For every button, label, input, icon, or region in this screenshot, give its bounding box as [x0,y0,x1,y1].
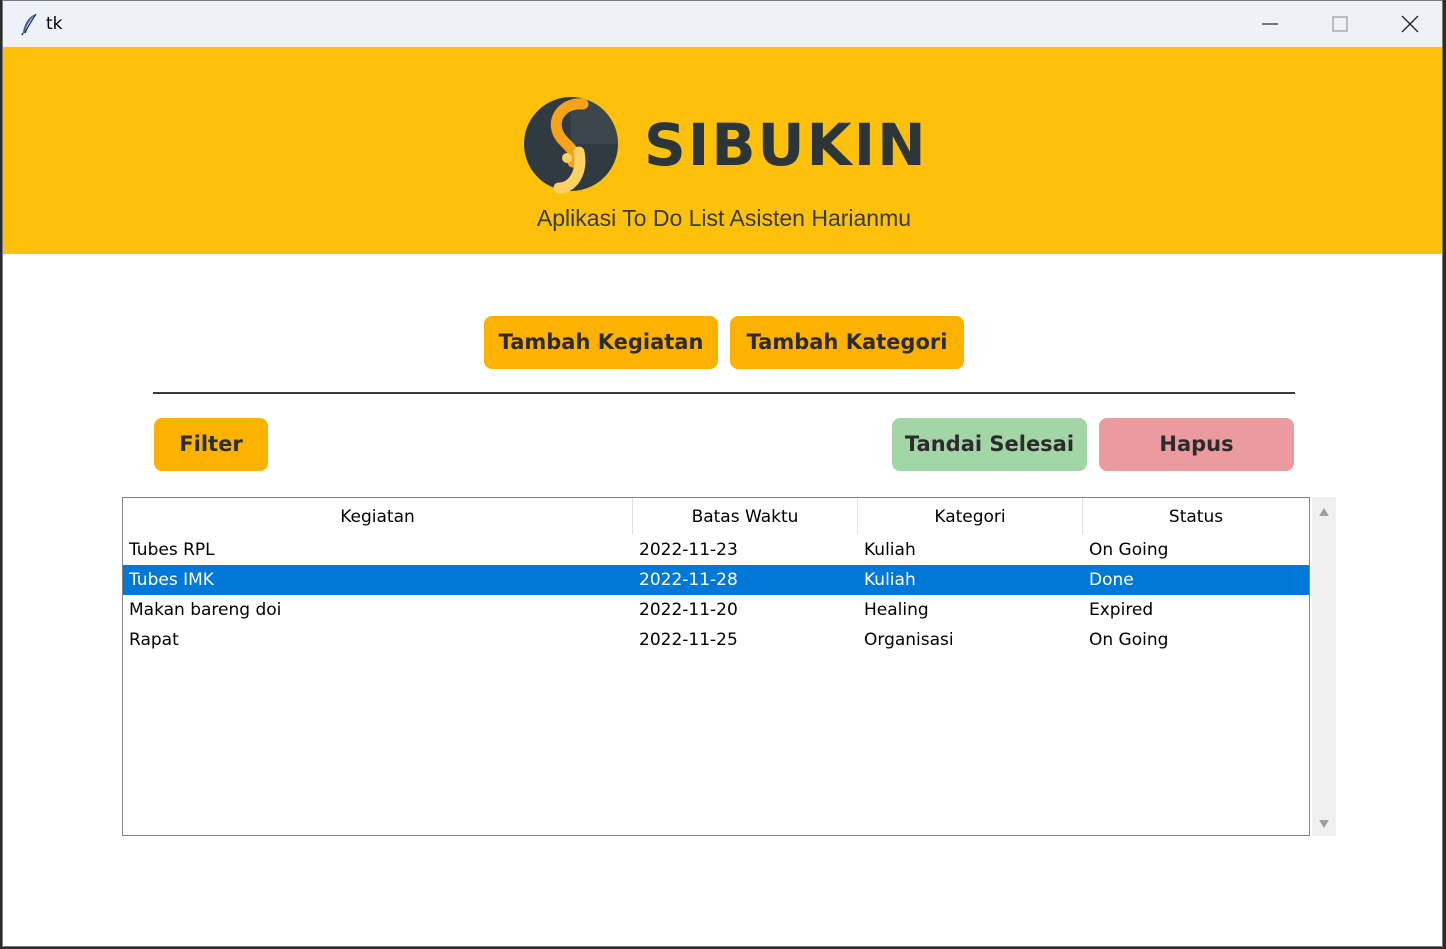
app-tagline: Aplikasi To Do List Asisten Harianmu [536,205,912,231]
close-icon [1401,15,1419,33]
minimize-button[interactable] [1235,1,1305,47]
cell-category: Kuliah [864,570,916,590]
cell-deadline: 2022-11-25 [639,630,738,650]
app-window: tk SIBUKIN Aplikasi To Do List Asisten H… [2,0,1443,947]
cell-category: Kuliah [864,540,916,560]
column-header-activity[interactable]: Kegiatan [123,498,633,534]
title-bar[interactable]: tk [3,1,1442,47]
triangle-down-icon[interactable] [1318,819,1330,829]
add-activity-button[interactable]: Tambah Kegiatan [484,316,718,369]
cell-activity: Tubes IMK [129,570,214,590]
divider [153,392,1295,394]
column-header-status[interactable]: Status [1083,498,1309,534]
delete-button[interactable]: Hapus [1099,418,1294,471]
cell-status: Done [1089,570,1134,590]
table-header: Kegiatan Batas Waktu Kategori Status [123,498,1309,534]
triangle-up-icon[interactable] [1318,507,1330,517]
feather-icon [21,13,37,36]
column-header-deadline[interactable]: Batas Waktu [633,498,858,534]
cell-category: Healing [864,600,929,620]
table-row[interactable]: Makan bareng doi 2022-11-20 Healing Expi… [123,595,1309,625]
cell-activity: Makan bareng doi [129,600,282,620]
table-row[interactable]: Rapat 2022-11-25 Organisasi On Going [123,625,1309,655]
app-brand: SIBUKIN [644,111,928,179]
cell-deadline: 2022-11-20 [639,600,738,620]
column-header-category[interactable]: Kategori [858,498,1083,534]
cell-status: On Going [1089,540,1169,560]
maximize-icon [1332,16,1348,32]
activity-table[interactable]: Kegiatan Batas Waktu Kategori Status Tub… [122,497,1310,836]
minimize-icon [1262,23,1278,25]
app-header: SIBUKIN Aplikasi To Do List Asisten Hari… [3,47,1442,254]
window-title: tk [46,14,63,34]
cell-status: On Going [1089,630,1169,650]
cell-status: Expired [1089,600,1154,620]
cell-activity: Rapat [129,630,179,650]
mark-done-button[interactable]: Tandai Selesai [892,418,1087,471]
maximize-button[interactable] [1305,1,1375,47]
table-scrollbar[interactable] [1312,497,1336,836]
add-category-button[interactable]: Tambah Kategori [730,316,964,369]
table-row-selected[interactable]: Tubes IMK 2022-11-28 Kuliah Done [123,565,1309,595]
table-row[interactable]: Tubes RPL 2022-11-23 Kuliah On Going [123,535,1309,565]
cell-deadline: 2022-11-23 [639,540,738,560]
close-button[interactable] [1375,1,1442,47]
cell-deadline: 2022-11-28 [639,570,738,590]
cell-category: Organisasi [864,630,954,650]
cell-activity: Tubes RPL [129,540,215,560]
filter-button[interactable]: Filter [154,418,268,471]
sibukin-logo-icon [524,97,618,194]
